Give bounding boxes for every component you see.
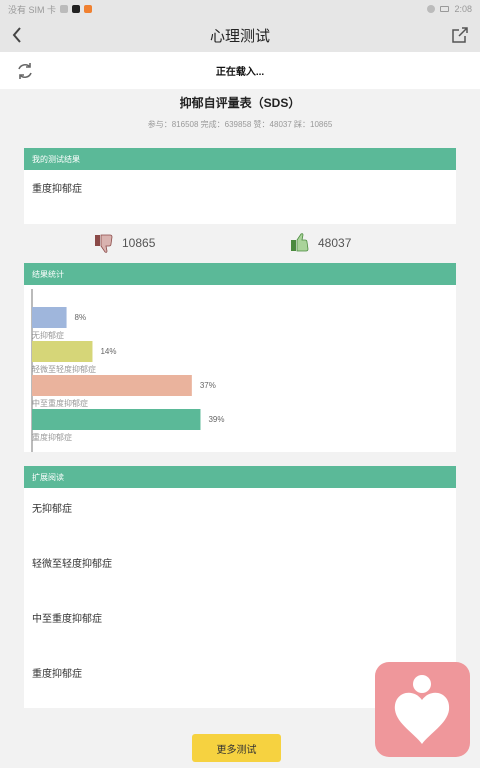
result-card: 我的测试结果 重度抑郁症 bbox=[24, 148, 456, 224]
eye-icon bbox=[427, 5, 436, 13]
battery-icon bbox=[440, 6, 450, 12]
dislike-button[interactable]: 10865 bbox=[93, 232, 155, 254]
chart-value-label: 37% bbox=[200, 381, 216, 390]
chart-value-label: 8% bbox=[75, 313, 87, 322]
app-notification-icon bbox=[84, 5, 93, 13]
chart-category-label: 轻微至轻度抑郁症 bbox=[32, 364, 96, 374]
loading-bar: 正在载入... bbox=[0, 52, 480, 89]
chart-value-label: 14% bbox=[100, 347, 116, 356]
nav-bar: 心理测试 bbox=[0, 18, 480, 52]
reading-item-severe[interactable]: 重度抑郁症 bbox=[32, 665, 82, 680]
chart-bar bbox=[32, 307, 67, 328]
chart-category-label: 无抑郁症 bbox=[32, 330, 64, 340]
refresh-icon[interactable] bbox=[14, 60, 36, 82]
more-tests-button[interactable]: 更多测试 bbox=[192, 734, 281, 762]
reading-card-header: 扩展阅读 bbox=[24, 466, 456, 488]
status-bar: 没有 SIM 卡 2:08 bbox=[0, 0, 480, 18]
page-title: 心理测试 bbox=[209, 27, 270, 45]
dislike-count: 10865 bbox=[122, 236, 156, 250]
result-value: 重度抑郁症 bbox=[32, 184, 82, 195]
chart-bar bbox=[32, 409, 201, 430]
result-chart: 8% 无抑郁症 14% 轻微至轻度抑郁症 37% 中至重度抑郁症 39% 重度抑郁症 bbox=[24, 285, 456, 452]
reading-item-moderate[interactable]: 中至重度抑郁症 bbox=[32, 610, 102, 625]
tiktok-icon bbox=[72, 5, 81, 13]
chart-bar bbox=[32, 375, 192, 396]
heart-person-icon bbox=[394, 675, 450, 744]
app-logo[interactable] bbox=[375, 662, 470, 757]
chart-category-label: 中至重度抑郁症 bbox=[32, 398, 88, 408]
vote-row: 10865 48037 bbox=[0, 232, 480, 254]
thumbs-down-icon bbox=[95, 234, 113, 253]
chart-category-label: 重度抑郁症 bbox=[32, 432, 72, 442]
reading-item-mild[interactable]: 轻微至轻度抑郁症 bbox=[32, 555, 112, 570]
result-card-header: 我的测试结果 bbox=[24, 148, 456, 170]
reading-item-none[interactable]: 无抑郁症 bbox=[32, 500, 72, 515]
stats-card: 结果统计 8% 无抑郁症 14% 轻微至轻度抑郁症 37% 中至重度抑郁症 39% 重度抑郁症 bbox=[24, 263, 456, 452]
test-stats: 参与：816508 完成：639858 赞：48037 踩：10865 bbox=[147, 120, 333, 129]
like-count: 48037 bbox=[318, 236, 352, 250]
like-button[interactable]: 48037 bbox=[289, 232, 351, 254]
share-icon[interactable] bbox=[448, 23, 472, 47]
notification-icon bbox=[60, 5, 69, 13]
loading-text: 正在载入... bbox=[215, 67, 265, 78]
carrier-text: 没有 SIM 卡 bbox=[8, 4, 57, 15]
thumbs-up-icon bbox=[291, 233, 309, 252]
result-chart-svg: 8% 无抑郁症 14% 轻微至轻度抑郁症 37% 中至重度抑郁症 39% 重度抑郁症 bbox=[31, 289, 224, 452]
back-arrow-icon[interactable] bbox=[6, 21, 34, 49]
clock: 2:08 bbox=[454, 4, 472, 14]
test-title: 抑郁自评量表（SDS） bbox=[179, 96, 301, 110]
chart-value-label: 39% bbox=[208, 415, 224, 424]
chart-bar bbox=[32, 341, 93, 362]
stats-card-header: 结果统计 bbox=[24, 263, 456, 285]
